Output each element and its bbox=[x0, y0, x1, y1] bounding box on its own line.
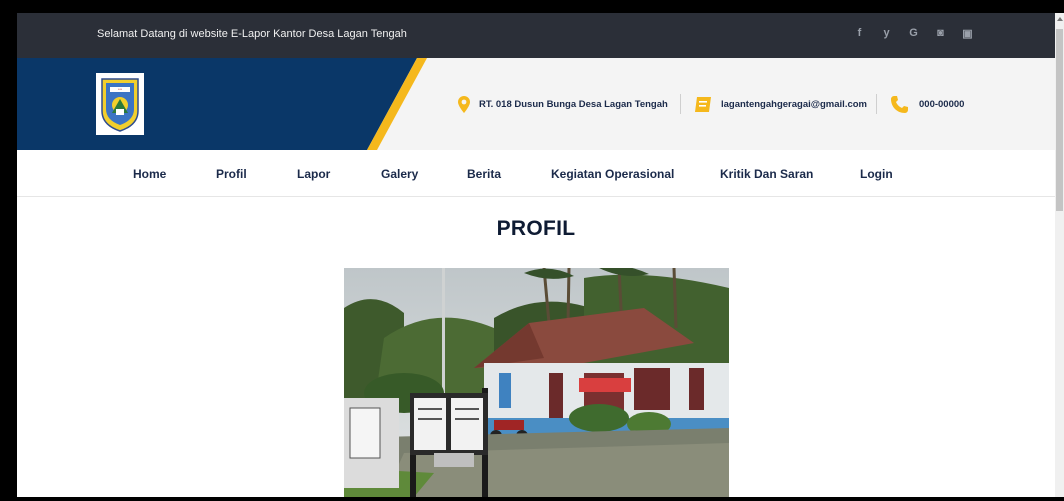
nav-home[interactable]: Home bbox=[133, 167, 166, 181]
nav-lapor[interactable]: Lapor bbox=[297, 167, 330, 181]
svg-text:***: *** bbox=[118, 88, 123, 92]
email-contact: lagantengahgeragai@gmail.com bbox=[694, 58, 867, 150]
top-bar: Selamat Datang di website E-Lapor Kantor… bbox=[17, 13, 1055, 58]
nav-kegiatan-operasional[interactable]: Kegiatan Operasional bbox=[551, 167, 674, 181]
phone-icon bbox=[891, 95, 908, 113]
twitter-icon[interactable]: y bbox=[873, 27, 900, 40]
email-link[interactable]: lagantengahgeragai@gmail.com bbox=[721, 99, 867, 110]
nav-profil[interactable]: Profil bbox=[216, 167, 247, 181]
phone-contact: 000-00000 bbox=[891, 58, 964, 150]
page-scrollbar[interactable] bbox=[1055, 13, 1064, 497]
google-icon[interactable]: G bbox=[900, 27, 927, 40]
youtube-icon[interactable]: ▣ bbox=[954, 27, 981, 40]
instagram-icon[interactable]: ◙ bbox=[927, 27, 954, 40]
village-office-photo bbox=[344, 268, 729, 497]
village-logo[interactable]: *** bbox=[96, 73, 144, 135]
site-header: *** RT. 018 Dusun Bunga Desa Lagan Tenga… bbox=[17, 58, 1055, 150]
address-contact: RT. 018 Dusun Bunga Desa Lagan Tengah bbox=[458, 58, 668, 150]
page-title: PROFIL bbox=[496, 217, 576, 240]
book-icon bbox=[694, 96, 712, 113]
scroll-up-icon[interactable] bbox=[1057, 17, 1063, 21]
facebook-icon[interactable]: f bbox=[846, 27, 873, 40]
nav-galery[interactable]: Galery bbox=[381, 167, 418, 181]
page: Selamat Datang di website E-Lapor Kantor… bbox=[17, 13, 1055, 497]
phone-text: 000-00000 bbox=[919, 98, 965, 110]
nav-berita[interactable]: Berita bbox=[467, 167, 501, 181]
scrollbar-thumb[interactable] bbox=[1056, 29, 1063, 211]
nav-login[interactable]: Login bbox=[860, 167, 893, 181]
contact-divider bbox=[680, 94, 681, 114]
address-text: RT. 018 Dusun Bunga Desa Lagan Tengah bbox=[479, 98, 668, 110]
main-nav: Home Profil Lapor Galery Berita Kegiatan… bbox=[17, 150, 1055, 197]
welcome-text: Selamat Datang di website E-Lapor Kantor… bbox=[97, 28, 407, 40]
contact-divider bbox=[876, 94, 877, 114]
map-pin-icon bbox=[458, 95, 470, 113]
nav-kritik-dan-saran[interactable]: Kritik Dan Saran bbox=[720, 167, 813, 181]
social-links: f y G ◙ ▣ bbox=[846, 27, 981, 40]
